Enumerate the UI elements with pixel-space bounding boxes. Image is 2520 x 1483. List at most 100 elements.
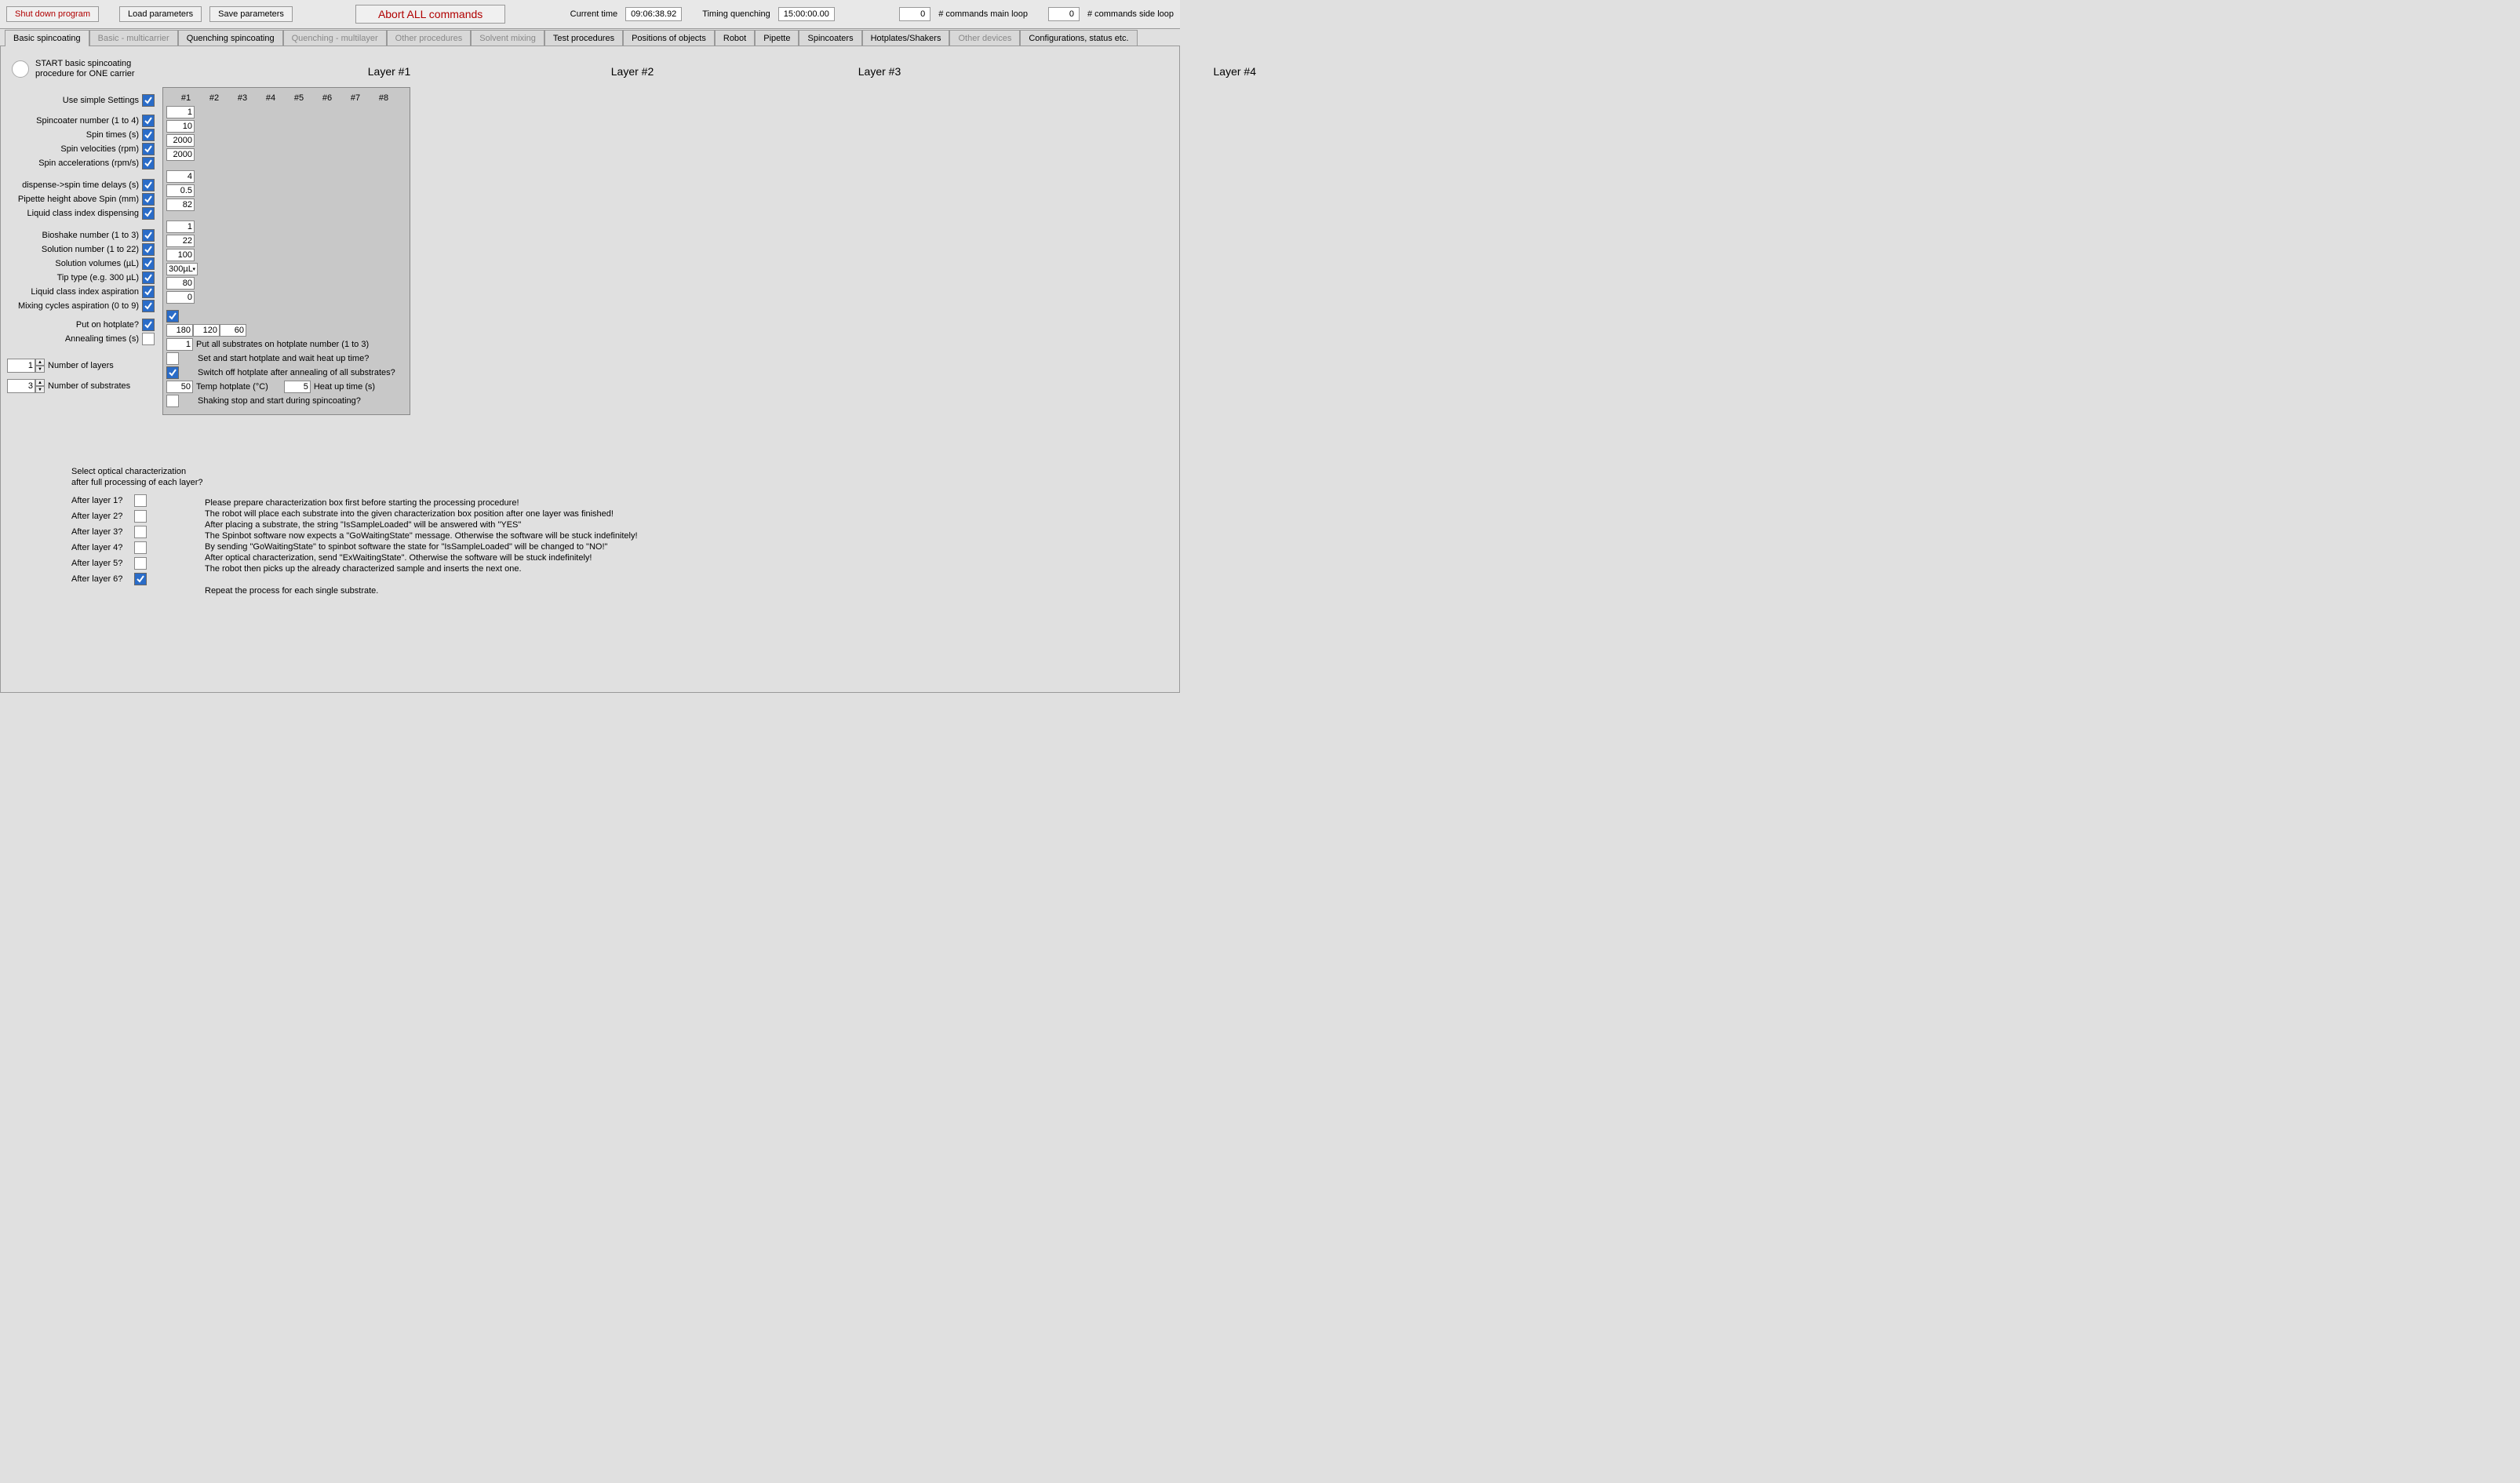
param-row-2-checkbox[interactable] (142, 143, 155, 155)
layer1-values-panel: #1#2#3#4#5#6#7#8 300µL▾Put all substrate… (162, 87, 410, 415)
start-procedure-button[interactable] (12, 60, 29, 78)
instruction-line-3: The Spinbot software now expects a "GoWa… (205, 530, 754, 541)
column-headers: #1#2#3#4#5#6#7#8 (166, 91, 406, 105)
tab-test-procedures[interactable]: Test procedures (544, 30, 623, 46)
tab-positions-of-objects[interactable]: Positions of objects (623, 30, 715, 46)
column-header-4: #4 (264, 93, 278, 103)
param2-row-2-label: Liquid class index dispensing (7, 209, 142, 218)
instruction-line-8: Repeat the process for each single subst… (205, 585, 754, 596)
heat-up-time-label: Heat up time (s) (311, 382, 375, 392)
tab-basic-spincoating[interactable]: Basic spincoating (5, 30, 89, 46)
mixing-cycles-input[interactable] (166, 291, 195, 304)
param2-row-2-checkbox[interactable] (142, 207, 155, 220)
hotplate-grid-checkbox[interactable] (166, 310, 179, 322)
param3-row-5-checkbox[interactable] (142, 300, 155, 312)
pipette-height-input[interactable] (166, 184, 195, 197)
heat-up-time-input[interactable] (284, 381, 311, 393)
after-layer-6-label: After layer 6? (71, 574, 129, 584)
column-header-5: #5 (292, 93, 306, 103)
tab-hotplates-shakers[interactable]: Hotplates/Shakers (862, 30, 950, 46)
param3-row-4-label: Liquid class index aspiration (7, 287, 142, 297)
instruction-line-4: By sending "GoWaitingState" to spinbot s… (205, 541, 754, 552)
abort-all-button[interactable]: Abort ALL commands (355, 5, 505, 24)
param2-row-1-label: Pipette height above Spin (mm) (7, 195, 142, 204)
nsubs-down-button[interactable]: ▼ (35, 386, 45, 393)
anneal-time-3-input[interactable] (220, 324, 246, 337)
param3-row-3-checkbox[interactable] (142, 271, 155, 284)
param3-row-0-checkbox[interactable] (142, 229, 155, 242)
dispense-delay-input[interactable] (166, 170, 195, 183)
use-simple-settings-label: Use simple Settings (7, 96, 142, 105)
tab-configurations-status-etc-[interactable]: Configurations, status etc. (1020, 30, 1137, 46)
param2-row-0-checkbox[interactable] (142, 179, 155, 191)
spincoater-number-input[interactable] (166, 106, 195, 118)
nsubs-up-button[interactable]: ▲ (35, 379, 45, 386)
nlayers-up-button[interactable]: ▲ (35, 359, 45, 366)
put-on-hotplate-checkbox[interactable] (142, 319, 155, 331)
param-row-3-checkbox[interactable] (142, 157, 155, 169)
param-row-0-checkbox[interactable] (142, 115, 155, 127)
tab-quenching-spincoating[interactable]: Quenching spincoating (178, 30, 283, 46)
tab-pipette[interactable]: Pipette (755, 30, 799, 46)
shutdown-button[interactable]: Shut down program (6, 6, 99, 22)
param-row-0-label: Spincoater number (1 to 4) (7, 116, 142, 126)
number-of-substrates-input[interactable] (7, 379, 35, 393)
tab-bar: Basic spincoatingBasic - multicarrierQue… (0, 29, 1180, 46)
param2-row-1-checkbox[interactable] (142, 193, 155, 206)
hotplate-number-input[interactable] (166, 338, 193, 351)
nlayers-down-button[interactable]: ▼ (35, 366, 45, 373)
spin-velocities-input[interactable] (166, 134, 195, 147)
current-time-value: 09:06:38.92 (625, 7, 682, 21)
switch-off-hotplate-checkbox[interactable] (166, 366, 179, 379)
column-header-1: #1 (179, 93, 193, 103)
current-time-label: Current time (570, 9, 618, 19)
tab-other-procedures: Other procedures (387, 30, 472, 46)
commands-side-value: 0 (1048, 7, 1080, 21)
after-layer-4-checkbox[interactable] (134, 541, 147, 554)
column-header-8: #8 (377, 93, 391, 103)
anneal-time-1-input[interactable] (166, 324, 193, 337)
annealing-times-label: Annealing times (s) (7, 334, 142, 344)
anneal-time-2-input[interactable] (193, 324, 220, 337)
load-parameters-button[interactable]: Load parameters (119, 6, 202, 22)
save-parameters-button[interactable]: Save parameters (209, 6, 293, 22)
solution-volumes-input[interactable] (166, 249, 195, 261)
layer-header-4: Layer #4 (1005, 65, 1264, 78)
tab-content: START basic spincoating procedure for ON… (0, 46, 1180, 693)
set-start-hotplate-checkbox[interactable] (166, 352, 179, 365)
number-of-layers-input[interactable] (7, 359, 35, 373)
after-layer-3-label: After layer 3? (71, 527, 129, 537)
after-layer-1-checkbox[interactable] (134, 494, 147, 507)
param3-row-2-label: Solution volumes (µL) (7, 259, 142, 268)
use-simple-settings-checkbox[interactable] (142, 94, 155, 107)
put-on-hotplate-label: Put on hotplate? (7, 320, 142, 330)
annealing-times-checkbox[interactable] (142, 333, 155, 345)
param3-row-5-label: Mixing cycles aspiration (0 to 9) (7, 301, 142, 311)
bioshake-number-input[interactable] (166, 220, 195, 233)
spin-accelerations-input[interactable] (166, 148, 195, 161)
after-layer-6-checkbox[interactable] (134, 573, 147, 585)
param3-row-1-checkbox[interactable] (142, 243, 155, 256)
switch-off-hotplate-label: Switch off hotplate after annealing of a… (195, 368, 395, 377)
param-row-1-checkbox[interactable] (142, 129, 155, 141)
after-layer-3-checkbox[interactable] (134, 526, 147, 538)
after-layer-5-label: After layer 5? (71, 559, 129, 568)
layer-header-1: Layer #1 (268, 65, 511, 78)
liquid-class-dispensing-input[interactable] (166, 199, 195, 211)
tab-robot[interactable]: Robot (715, 30, 755, 46)
temp-hotplate-input[interactable] (166, 381, 193, 393)
param3-row-4-checkbox[interactable] (142, 286, 155, 298)
liquid-class-aspiration-input[interactable] (166, 277, 195, 290)
layer-header-2: Layer #2 (511, 65, 754, 78)
layer-headers: Layer #1 Layer #2 Layer #3 Layer #4 (268, 65, 1264, 78)
temp-hotplate-label: Temp hotplate (°C) (193, 382, 268, 392)
solution-number-input[interactable] (166, 235, 195, 247)
tab-spincoaters[interactable]: Spincoaters (799, 30, 861, 46)
spin-times-input[interactable] (166, 120, 195, 133)
param3-row-2-checkbox[interactable] (142, 257, 155, 270)
commands-main-value: 0 (899, 7, 930, 21)
after-layer-2-checkbox[interactable] (134, 510, 147, 523)
shaking-checkbox[interactable] (166, 395, 179, 407)
tip-type-dropdown[interactable]: 300µL▾ (166, 263, 198, 275)
after-layer-5-checkbox[interactable] (134, 557, 147, 570)
